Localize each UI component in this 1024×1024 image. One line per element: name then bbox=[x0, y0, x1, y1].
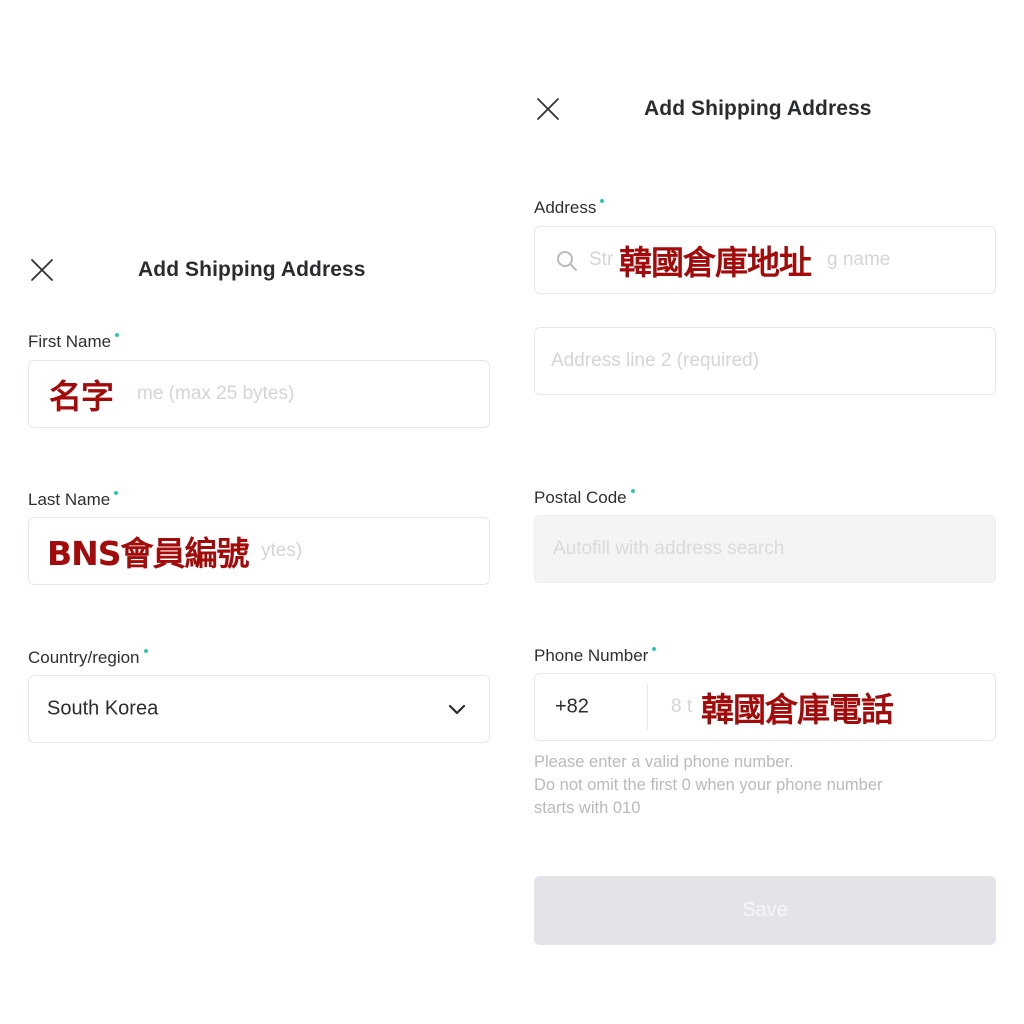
last-name-input[interactable]: ytes) BNS會員編號 bbox=[28, 517, 490, 585]
required-indicator bbox=[600, 199, 605, 203]
address-line2-input[interactable]: Address line 2 (required) bbox=[534, 327, 996, 395]
postal-code-label-text: Postal Code bbox=[534, 488, 627, 507]
address-line2-placeholder: Address line 2 (required) bbox=[551, 350, 760, 371]
first-name-label: First Name bbox=[28, 332, 120, 352]
last-name-placeholder: ytes) bbox=[261, 540, 303, 561]
phone-help-text: Please enter a valid phone number. Do no… bbox=[534, 751, 883, 820]
phone-label: Phone Number bbox=[534, 646, 657, 666]
help-line: Do not omit the first 0 when your phone … bbox=[534, 776, 883, 794]
page-title: Add Shipping Address bbox=[644, 97, 872, 120]
help-line: Please enter a valid phone number. bbox=[534, 753, 794, 771]
divider bbox=[647, 684, 648, 730]
required-indicator bbox=[652, 647, 657, 651]
postal-code-input: Autofill with address search bbox=[534, 515, 996, 583]
last-name-label-text: Last Name bbox=[28, 490, 111, 509]
country-label: Country/region bbox=[28, 648, 148, 668]
country-value: South Korea bbox=[47, 697, 159, 720]
address-overlay-annotation: 韓國倉庫地址 bbox=[619, 243, 812, 282]
country-code[interactable]: +82 bbox=[555, 696, 589, 719]
first-name-input[interactable]: me (max 25 bytes) 名字 bbox=[28, 360, 490, 428]
address-placeholder-start: Str bbox=[589, 249, 614, 270]
country-select[interactable]: South Korea bbox=[28, 675, 490, 743]
phone-placeholder: 8 t bbox=[671, 696, 693, 717]
address-label: Address bbox=[534, 198, 605, 218]
address-label-text: Address bbox=[534, 198, 597, 217]
phone-label-text: Phone Number bbox=[534, 646, 649, 665]
close-icon[interactable] bbox=[534, 95, 562, 123]
search-icon bbox=[555, 249, 579, 278]
phone-input-group[interactable]: +82 8 t 韓國倉庫電話 bbox=[534, 673, 996, 741]
last-name-overlay-annotation: BNS會員編號 bbox=[47, 534, 250, 573]
phone-overlay-annotation: 韓國倉庫電話 bbox=[701, 690, 894, 729]
first-name-overlay-annotation: 名字 bbox=[49, 377, 114, 416]
country-label-text: Country/region bbox=[28, 648, 140, 667]
close-icon[interactable] bbox=[28, 256, 56, 284]
page-title: Add Shipping Address bbox=[138, 258, 366, 281]
address-placeholder-end: g name bbox=[827, 249, 891, 270]
first-name-label-text: First Name bbox=[28, 332, 112, 351]
postal-code-placeholder: Autofill with address search bbox=[553, 538, 785, 559]
save-button[interactable]: Save bbox=[534, 876, 996, 945]
required-indicator bbox=[143, 649, 148, 653]
last-name-label: Last Name bbox=[28, 490, 119, 510]
required-indicator bbox=[115, 333, 120, 337]
address-search-input[interactable]: Str g name 韓國倉庫地址 bbox=[534, 226, 996, 294]
required-indicator bbox=[114, 491, 119, 495]
help-line: starts with 010 bbox=[534, 799, 641, 817]
postal-code-label: Postal Code bbox=[534, 488, 635, 508]
chevron-down-icon bbox=[447, 700, 467, 725]
first-name-placeholder: me (max 25 bytes) bbox=[137, 383, 295, 404]
required-indicator bbox=[630, 489, 635, 493]
